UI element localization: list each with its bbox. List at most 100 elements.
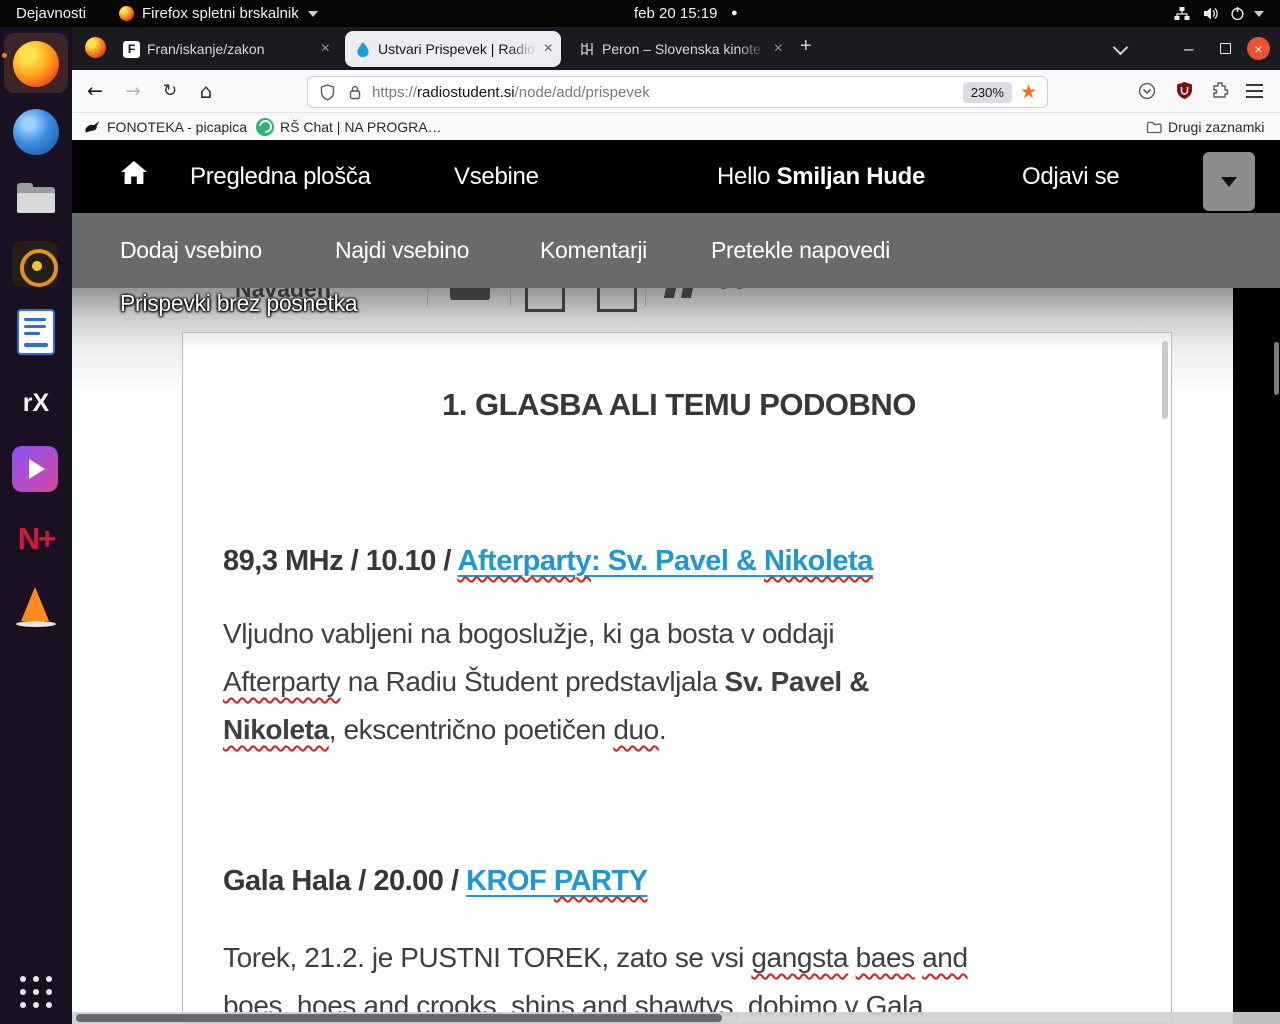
- home-button[interactable]: ⌂: [194, 70, 218, 112]
- tab-title: Peron – Slovenska kinote: [602, 41, 766, 57]
- chevron-down-icon: [308, 11, 318, 17]
- toolbar-separator: [427, 288, 428, 306]
- editor-heading: 1. GLASBA ALI TEMU PODOBNO: [223, 385, 1135, 425]
- forward-button[interactable]: →: [121, 70, 145, 112]
- clock[interactable]: feb 20 15:19: [634, 0, 717, 27]
- fran-favicon: F: [123, 41, 140, 58]
- back-button[interactable]: ←: [83, 70, 107, 112]
- horizontal-scrollbar-thumb[interactable]: [76, 1014, 722, 1022]
- tab-bar: F Fran/iskanje/zakon × Ustvari Prispevek…: [72, 27, 1280, 70]
- krof-party-link[interactable]: KROF PARTY: [466, 865, 647, 897]
- bookmark-fonoteka[interactable]: FONOTEKA - picapica: [84, 113, 247, 140]
- firefox-icon[interactable]: [12, 40, 60, 88]
- tab-ustvari-prispevek[interactable]: Ustvari Prispevek | Radio ×: [345, 31, 561, 67]
- browser-toolbar: ← → ↻ ⌂ https://radiostudent.si/node/add…: [72, 70, 1280, 113]
- firefox-view-icon[interactable]: [85, 37, 106, 58]
- nav-dodaj-vsebino[interactable]: Dodaj vsebino: [120, 213, 262, 288]
- document-app-icon[interactable]: [12, 309, 60, 357]
- other-bookmarks[interactable]: Drugi zaznamki: [1146, 113, 1264, 140]
- app-menu-button[interactable]: Firefox spletni brskalnik: [142, 0, 299, 27]
- pocket-icon[interactable]: [1138, 82, 1156, 100]
- toolbar-separator: [510, 288, 511, 306]
- editor-scrollbar[interactable]: [1162, 341, 1168, 419]
- record-dot-icon: ●: [731, 0, 738, 27]
- header-dropdown-button[interactable]: [1203, 152, 1255, 211]
- editor-content: 1. GLASBA ALI TEMU PODOBNO 89,3 MHz / 10…: [223, 385, 1135, 1024]
- tab-list-chevron-icon[interactable]: [1115, 42, 1126, 53]
- tab-title: Ustvari Prispevek | Radio: [378, 41, 536, 57]
- close-window-button[interactable]: ×: [1247, 37, 1270, 60]
- indent-icon[interactable]: [666, 288, 693, 303]
- text-line: Vljudno vabljeni na bogoslužje, ki ga bo…: [223, 610, 1135, 658]
- page-background: [1233, 290, 1280, 1016]
- close-icon[interactable]: ×: [536, 40, 561, 58]
- paragraph-1: Vljudno vabljeni na bogoslužje, ki ga bo…: [223, 610, 1135, 754]
- video-player-icon[interactable]: [12, 446, 60, 494]
- chat-icon: [256, 118, 274, 136]
- reload-button[interactable]: ↻: [158, 70, 182, 112]
- site-admin-header: Pregledna plošča Vsebine Hello Smiljan H…: [72, 140, 1280, 213]
- vertical-scrollbar-thumb[interactable]: [1274, 342, 1279, 395]
- media-embed-icon[interactable]: [450, 288, 490, 300]
- user-name: Smiljan Hude: [777, 163, 925, 190]
- app-grid-icon[interactable]: [12, 968, 60, 1016]
- tab-peron[interactable]: Peron – Slovenska kinote ×: [569, 31, 791, 67]
- nav-vsebine[interactable]: Vsebine: [454, 140, 539, 213]
- event-heading-2: Gala Hala / 20.00 / KROF PARTY: [223, 862, 1135, 900]
- close-icon[interactable]: ×: [313, 40, 338, 58]
- toolbar-separator: [645, 288, 646, 306]
- nav-pregledna-plosca[interactable]: Pregledna plošča: [190, 140, 371, 213]
- zoom-badge[interactable]: 230%: [963, 82, 1012, 103]
- activities-button[interactable]: Dejavnosti: [16, 0, 86, 27]
- minimize-button[interactable]: –: [1184, 39, 1198, 57]
- bookmark-star-icon[interactable]: ★: [1020, 81, 1037, 103]
- horizontal-scrollbar[interactable]: [72, 1012, 1280, 1024]
- shield-icon[interactable]: [320, 84, 335, 101]
- nav-komentarji[interactable]: Komentarji: [540, 213, 647, 288]
- afterparty-link[interactable]: Afterparty: Sv. Pavel & Nikoleta: [457, 545, 872, 577]
- bookmark-label: RŠ Chat | NA PROGRA…: [280, 119, 442, 135]
- logout-link[interactable]: Odjavi se: [1022, 140, 1119, 213]
- thunderbird-icon[interactable]: [12, 108, 60, 156]
- nav-pretekle-napovedi[interactable]: Pretekle napovedi: [711, 213, 890, 288]
- new-tab-button[interactable]: +: [800, 35, 812, 58]
- editor-top-shade: [183, 333, 1171, 349]
- shortcut-bar: Dodaj vsebino Najdi vsebino Komentarji P…: [72, 213, 1280, 288]
- url-text[interactable]: https://radiostudent.si/node/add/prispev…: [372, 84, 963, 101]
- text-line: Nikoleta, ekscentrično poetičen duo.: [223, 706, 1135, 754]
- dock: rX N+: [0, 27, 72, 1024]
- text-line: Torek, 21.2. je PUSTNI TOREK, zato se vs…: [223, 934, 1135, 982]
- running-indicator: [2, 53, 7, 58]
- url-bar[interactable]: https://radiostudent.si/node/add/prispev…: [307, 76, 1048, 108]
- nav-najdi-vsebino[interactable]: Najdi vsebino: [335, 213, 469, 288]
- paragraph-2: Torek, 21.2. je PUSTNI TOREK, zato se vs…: [223, 934, 1135, 1024]
- text-line: Afterparty na Radiu Študent predstavljal…: [223, 658, 1135, 706]
- bookmark-rs-chat[interactable]: RŠ Chat | NA PROGRA…: [256, 113, 442, 140]
- drupal-favicon: [355, 41, 371, 58]
- system-top-bar: Dejavnosti Firefox spletni brskalnik feb…: [0, 0, 1280, 27]
- bird-icon: [84, 119, 101, 135]
- rx-app-icon[interactable]: rX: [12, 379, 60, 427]
- lock-icon[interactable]: [348, 84, 362, 101]
- other-bookmarks-label: Drugi zaznamki: [1168, 119, 1264, 135]
- ublock-icon[interactable]: [1175, 81, 1194, 100]
- vlc-icon[interactable]: [12, 583, 60, 631]
- files-icon[interactable]: [12, 175, 60, 223]
- peron-favicon: [579, 41, 595, 57]
- editor-canvas[interactable]: 1. GLASBA ALI TEMU PODOBNO 89,3 MHz / 10…: [182, 332, 1172, 1024]
- extensions-icon[interactable]: [1211, 81, 1229, 99]
- home-icon[interactable]: [119, 158, 149, 188]
- music-player-icon[interactable]: [12, 241, 60, 289]
- content-region: Navaden Prispevki brez posnetka 1. GLASB…: [72, 288, 1280, 1024]
- template-icon[interactable]: [597, 288, 637, 312]
- user-greeting: Hello Smiljan Hude: [717, 140, 925, 213]
- blockquote-icon[interactable]: [718, 288, 745, 294]
- tab-fran[interactable]: F Fran/iskanje/zakon ×: [114, 31, 338, 67]
- table-icon[interactable]: [525, 288, 565, 312]
- restore-button[interactable]: [1220, 43, 1231, 54]
- bookmark-label: FONOTEKA - picapica: [107, 119, 247, 135]
- event-heading-1: 89,3 MHz / 10.10 / Afterparty: Sv. Pavel…: [223, 542, 1135, 580]
- close-icon[interactable]: ×: [766, 40, 791, 58]
- menu-button[interactable]: [1246, 84, 1263, 98]
- notes-app-icon[interactable]: N+: [12, 515, 60, 563]
